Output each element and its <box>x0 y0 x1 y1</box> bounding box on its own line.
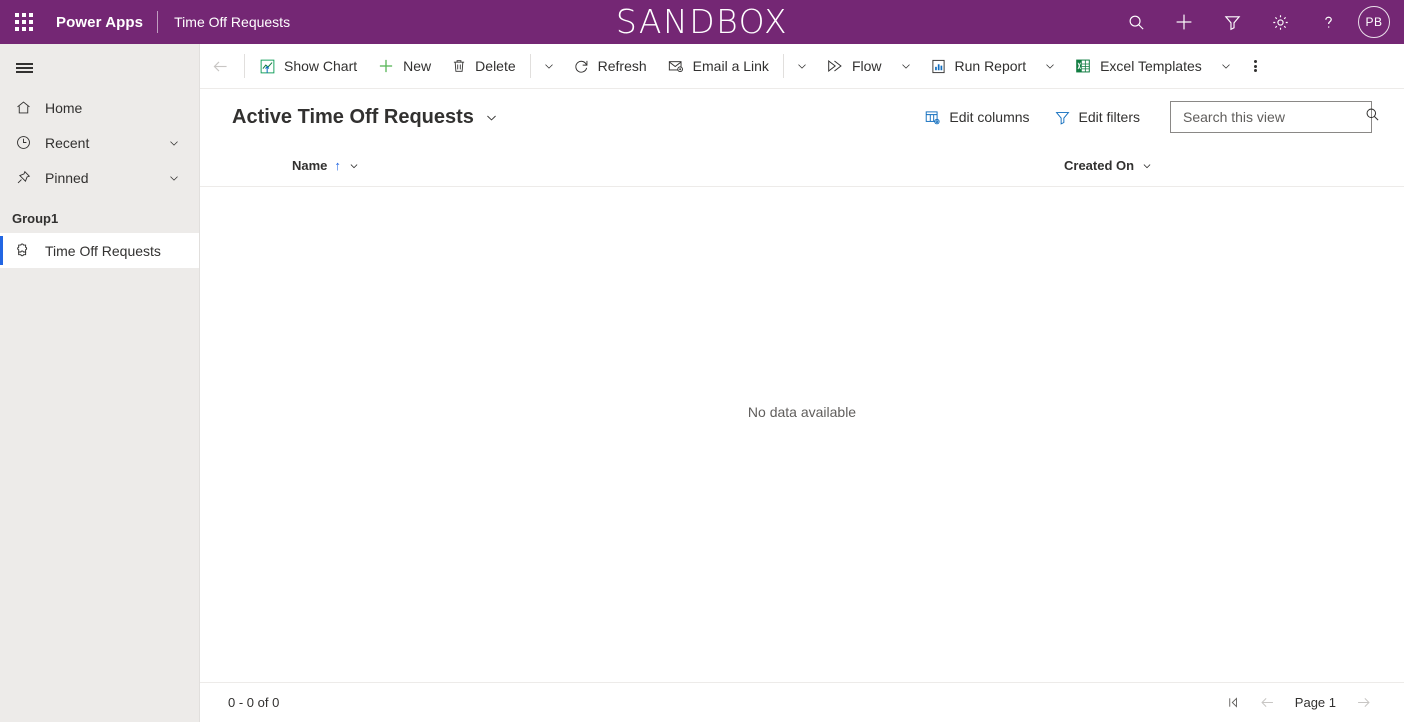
view-title: Active Time Off Requests <box>232 105 474 128</box>
next-page-button[interactable] <box>1346 687 1380 719</box>
record-count-label: 0 - 0 of 0 <box>228 695 280 710</box>
show-chart-button[interactable]: Show Chart <box>249 44 367 88</box>
hamburger-menu-icon[interactable] <box>0 46 48 90</box>
command-label: Email a Link <box>692 58 769 74</box>
plus-green-icon <box>377 57 395 75</box>
command-label: Delete <box>475 58 516 74</box>
email-a-link-button[interactable]: Email a Link <box>657 44 779 88</box>
command-bar: Show Chart New Delete Refresh Email a Li… <box>200 44 1404 89</box>
grid-footer: 0 - 0 of 0 Page 1 <box>200 682 1404 722</box>
delete-caret-icon[interactable] <box>535 44 563 88</box>
email-a-link-caret-icon[interactable] <box>788 44 816 88</box>
flow-button[interactable]: Flow <box>816 44 892 88</box>
plus-icon[interactable] <box>1160 0 1208 44</box>
search-icon[interactable] <box>1364 106 1381 128</box>
view-selector-chevron-down-icon[interactable] <box>484 110 499 125</box>
top-header-actions: PB <box>1112 0 1404 44</box>
avatar[interactable]: PB <box>1358 6 1390 38</box>
email-link-icon <box>667 57 685 75</box>
run-report-icon <box>930 58 947 75</box>
edit-columns-label: Edit columns <box>949 109 1030 125</box>
command-label: Excel Templates <box>1100 58 1202 74</box>
overflow-menu-icon[interactable] <box>1240 44 1272 88</box>
column-header-created-on[interactable]: Created On <box>1064 145 1153 187</box>
pin-icon <box>12 169 34 186</box>
show-chart-icon <box>259 58 276 75</box>
sidebar-group-header: Group1 <box>12 211 59 226</box>
delete-button[interactable]: Delete <box>441 44 525 88</box>
gear-icon[interactable] <box>1256 0 1304 44</box>
command-bar-divider <box>782 54 784 78</box>
grid-column-headers: Name ↑ Created On <box>200 145 1404 187</box>
view-header-actions: Edit columns Edit filters <box>912 101 1379 133</box>
sidebar-item-label: Home <box>45 99 83 116</box>
chevron-down-icon[interactable] <box>348 160 360 172</box>
excel-templates-caret-icon[interactable] <box>1212 44 1240 88</box>
run-report-caret-icon[interactable] <box>1036 44 1064 88</box>
puzzle-icon <box>12 242 34 260</box>
previous-page-button[interactable] <box>1251 687 1285 719</box>
app-name-label[interactable]: Time Off Requests <box>158 14 290 30</box>
command-bar-divider <box>529 54 531 78</box>
waffle-icon[interactable] <box>0 0 48 44</box>
no-data-message: No data available <box>747 404 857 420</box>
chevron-down-icon[interactable] <box>167 171 199 185</box>
sidebar: Home Recent Pinned Group1 Time Off Reque… <box>0 44 200 722</box>
refresh-button[interactable]: Refresh <box>563 44 657 88</box>
sidebar-item-time-off-requests[interactable]: Time Off Requests <box>0 233 199 268</box>
home-icon <box>12 99 34 116</box>
pagination-controls: Page 1 <box>1217 687 1380 719</box>
filter-icon[interactable] <box>1208 0 1256 44</box>
brand-label[interactable]: Power Apps <box>48 14 157 31</box>
view-header: Active Time Off Requests Edit columns Ed… <box>200 89 1404 145</box>
chevron-down-icon[interactable] <box>1141 160 1153 172</box>
edit-filters-button[interactable]: Edit filters <box>1042 101 1152 133</box>
command-bar-divider <box>244 54 245 78</box>
grid-body: No data available <box>200 187 1404 682</box>
clock-icon <box>12 134 34 151</box>
sidebar-item-pinned[interactable]: Pinned <box>0 160 199 195</box>
sidebar-item-label: Time Off Requests <box>45 242 161 259</box>
trash-icon <box>451 58 467 74</box>
first-page-button[interactable] <box>1217 687 1251 719</box>
sidebar-item-label: Recent <box>45 134 90 151</box>
excel-icon <box>1074 57 1092 75</box>
chevron-down-icon[interactable] <box>167 136 199 150</box>
command-label: New <box>403 58 432 74</box>
flow-icon <box>826 57 844 75</box>
new-button[interactable]: New <box>367 44 441 88</box>
edit-columns-button[interactable]: Edit columns <box>912 101 1041 133</box>
edit-filters-label: Edit filters <box>1078 109 1140 125</box>
help-icon[interactable] <box>1304 0 1352 44</box>
page-number-label: Page 1 <box>1294 695 1336 710</box>
column-header-label: Created On <box>1064 158 1135 173</box>
column-header-label: Name <box>292 158 328 173</box>
sidebar-item-label: Pinned <box>45 169 89 186</box>
sort-ascending-icon: ↑ <box>334 158 341 173</box>
command-label: Run Report <box>954 58 1027 74</box>
sidebar-item-home[interactable]: Home <box>0 90 199 125</box>
excel-templates-button[interactable]: Excel Templates <box>1064 44 1212 88</box>
back-button[interactable] <box>200 44 240 88</box>
edit-columns-icon <box>924 109 941 126</box>
search-input[interactable] <box>1183 109 1364 125</box>
refresh-icon <box>573 58 590 75</box>
search-icon[interactable] <box>1112 0 1160 44</box>
search-this-view-box[interactable] <box>1170 101 1379 133</box>
sidebar-item-recent[interactable]: Recent <box>0 125 199 160</box>
command-label: Flow <box>851 58 882 74</box>
run-report-button[interactable]: Run Report <box>920 44 1037 88</box>
edit-filters-icon <box>1054 109 1071 126</box>
column-header-name[interactable]: Name ↑ <box>292 145 360 187</box>
command-label: Refresh <box>597 58 647 74</box>
top-header-bar: Power Apps Time Off Requests SANDBOX PB <box>0 0 1404 44</box>
flow-caret-icon[interactable] <box>892 44 920 88</box>
command-label: Show Chart <box>284 58 358 74</box>
